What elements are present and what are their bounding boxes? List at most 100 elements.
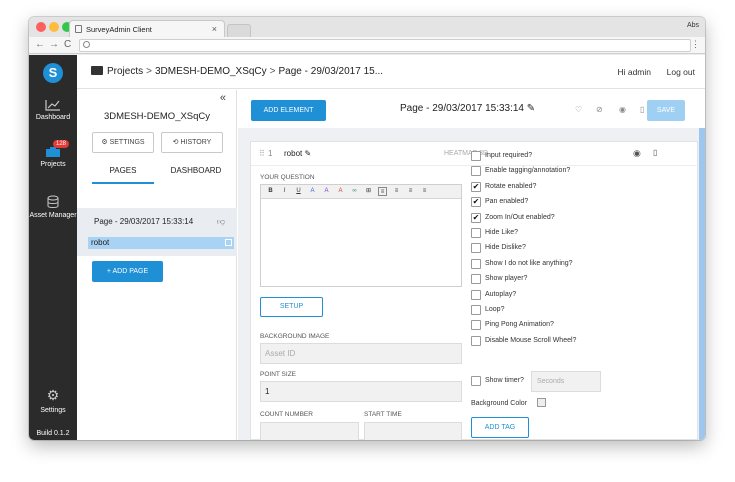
forward-button[interactable]: → (49, 39, 59, 50)
option-checkbox[interactable] (471, 320, 481, 330)
element-name-text: robot (284, 149, 303, 158)
address-bar[interactable] (79, 39, 691, 52)
logout-link[interactable]: Log out (667, 67, 695, 77)
browser-menu-button[interactable]: ⋮ (691, 39, 700, 50)
app-logo[interactable]: S (43, 63, 63, 83)
image-button[interactable]: ⊞ (364, 187, 373, 196)
reload-button[interactable]: C (64, 39, 71, 50)
link-button[interactable]: ∞ (350, 187, 359, 196)
option-label: Hide Like? (485, 229, 519, 236)
drag-handle-icon[interactable]: ⠿ (259, 149, 265, 158)
align-center-button[interactable]: ≡ (392, 187, 401, 196)
tab-pages[interactable]: PAGES (92, 166, 154, 184)
database-icon (47, 195, 59, 208)
add-tag-button[interactable]: ADD TAG (471, 417, 529, 438)
briefcase-icon (91, 66, 103, 75)
close-window-button[interactable] (36, 22, 46, 32)
nav-dashboard[interactable]: Dashboard (29, 99, 77, 121)
italic-button[interactable]: I (280, 187, 289, 196)
option-checkbox[interactable] (471, 336, 481, 346)
page-editor: ADD ELEMENT Page - 29/03/2017 15:33:14 ✎… (238, 90, 705, 440)
nav-asset-manager-label: Asset Manager (29, 212, 77, 219)
page-editor-header: ADD ELEMENT Page - 29/03/2017 15:33:14 ✎… (238, 90, 705, 128)
eye-icon[interactable]: ◉ (619, 105, 626, 114)
browser-user-label[interactable]: Abs (687, 22, 699, 29)
seconds-input[interactable]: Seconds (531, 371, 601, 392)
project-history-button[interactable]: ⟲ HISTORY (161, 132, 223, 153)
option-checkbox[interactable] (471, 228, 481, 238)
option-label: Ping Pong Animation? (485, 321, 554, 328)
align-right-button[interactable]: ≡ (406, 187, 415, 196)
option-checkbox[interactable] (471, 166, 481, 176)
pencil-icon[interactable]: ✎ (527, 103, 535, 114)
background-color-picker[interactable] (537, 398, 546, 407)
breadcrumb-page: Page - 29/03/2017 15... (278, 66, 384, 77)
tab-close-button[interactable]: × (212, 24, 217, 34)
collapse-sidebar-button[interactable]: « (220, 92, 226, 104)
nav-asset-manager[interactable]: Asset Manager (29, 195, 77, 219)
font-color-button[interactable]: A (308, 187, 317, 196)
thumb-down-icon[interactable]: ♡ (575, 105, 582, 114)
option-checkbox[interactable]: ✔ (471, 182, 481, 192)
element-name: robot ✎ (284, 149, 311, 158)
save-button[interactable]: SAVE (647, 100, 685, 121)
trash-icon[interactable]: ▯ (640, 105, 644, 114)
eye-icon[interactable]: ◉ (633, 148, 641, 159)
option-checkbox[interactable] (471, 274, 481, 284)
background-color-label: Background Color (471, 400, 528, 407)
point-size-input[interactable]: 1 (260, 381, 462, 402)
count-number-label: COUNT NUMBER (260, 411, 313, 418)
question-rich-text-editor[interactable]: B I U A A A ∞ ⊞ ≡ ≡ ≡ ≡ (260, 184, 462, 287)
pencil-icon[interactable]: ✎ (304, 149, 311, 158)
start-time-input[interactable] (364, 422, 462, 440)
page-list-item[interactable]: Page - 29/03/2017 15:33:14 (94, 217, 193, 226)
element-list-item[interactable]: robot (88, 237, 234, 249)
element-visibility-icon[interactable] (225, 239, 232, 246)
add-page-button[interactable]: + ADD PAGE (92, 261, 163, 282)
breadcrumb: Projects >3DMESH-DEMO_XSqCy > Page - 29/03/… (91, 66, 383, 77)
option-checkbox[interactable] (471, 151, 481, 161)
point-size-label: POINT SIZE (260, 371, 296, 378)
asset-id-input[interactable]: Asset ID (260, 343, 462, 364)
option-checkbox[interactable]: ✔ (471, 213, 481, 223)
align-justify-button[interactable]: ≡ (420, 187, 429, 196)
element-card: ⠿ 1 robot ✎ HEATMAP 3D ◉ ▯ YOUR QUESTION… (250, 141, 699, 440)
add-element-button[interactable]: ADD ELEMENT (251, 100, 326, 121)
project-settings-button[interactable]: ⚙ SETTINGS (92, 132, 154, 153)
setup-button[interactable]: SETUP (260, 297, 323, 317)
browser-tab[interactable]: SurveyAdmin Client × (69, 20, 225, 37)
option-checkbox[interactable] (471, 305, 481, 315)
align-left-button[interactable]: ≡ (378, 187, 387, 196)
option-label: Rotate enabled? (485, 183, 537, 190)
page-icon (75, 25, 82, 33)
minimize-window-button[interactable] (49, 22, 59, 32)
option-checkbox[interactable] (471, 290, 481, 300)
projects-count-badge: 128 (53, 140, 70, 148)
breadcrumb-project[interactable]: 3DMESH-DEMO_XSqCy (155, 66, 267, 77)
trash-icon[interactable]: ▯ (653, 148, 657, 157)
nav-projects[interactable]: 128 Projects (29, 140, 77, 168)
font-size-button[interactable]: A (336, 187, 345, 196)
thumb-down-icon[interactable]: 👎︎ (217, 217, 225, 227)
count-number-input[interactable] (260, 422, 359, 440)
project-title: 3DMESH-DEMO_XSqCy (103, 111, 211, 122)
top-bar: Projects >3DMESH-DEMO_XSqCy > Page - 29/03/… (77, 55, 705, 89)
vertical-scrollbar[interactable] (699, 128, 705, 440)
option-checkbox[interactable]: ✔ (471, 197, 481, 207)
chart-line-icon (45, 100, 60, 111)
new-tab-button[interactable] (227, 24, 251, 37)
highlight-button[interactable]: A (322, 187, 331, 196)
option-label: Hide Dislike? (485, 244, 526, 251)
bold-button[interactable]: B (266, 187, 275, 196)
option-checkbox[interactable] (471, 243, 481, 253)
option-checkbox[interactable] (471, 259, 481, 269)
no-video-icon[interactable]: ⊘ (596, 105, 603, 114)
option-label: Input required? (485, 152, 533, 159)
nav-settings[interactable]: ⚙ Settings (29, 387, 77, 414)
show-timer-checkbox[interactable] (471, 376, 481, 386)
tab-dashboard[interactable]: DASHBOARD (161, 166, 231, 184)
back-button[interactable]: ← (35, 39, 45, 50)
breadcrumb-projects[interactable]: Projects (107, 66, 143, 77)
nav-settings-label: Settings (40, 407, 66, 414)
underline-button[interactable]: U (294, 187, 303, 196)
